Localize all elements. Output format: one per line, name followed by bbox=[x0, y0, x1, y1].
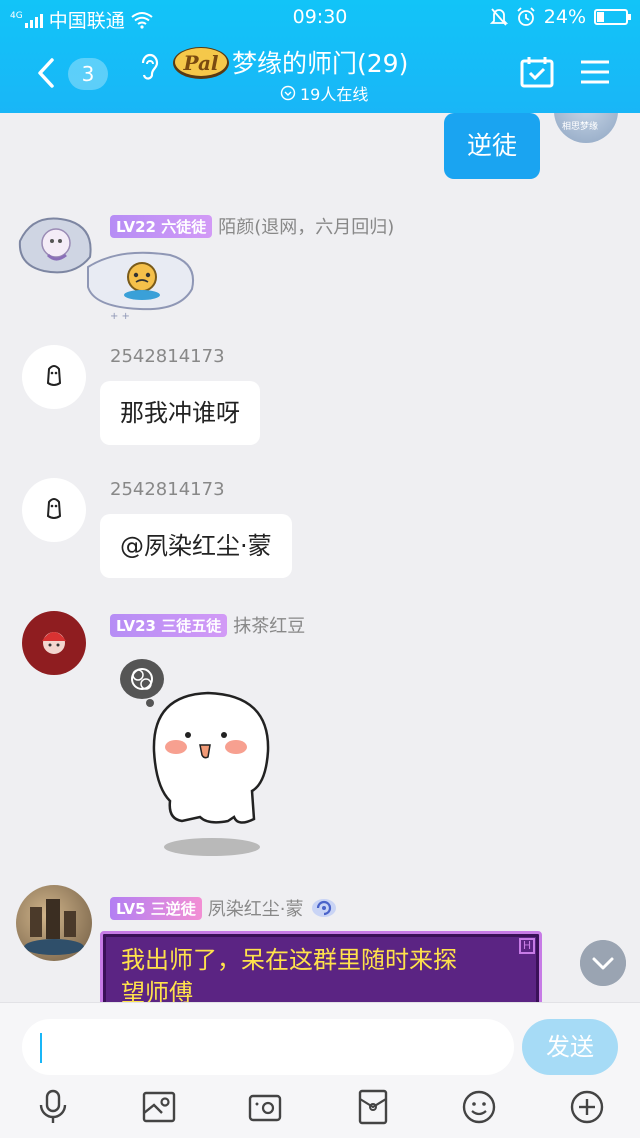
battery-percent: 24% bbox=[543, 6, 586, 28]
status-bar: 4G 中国联通 09:30 24% bbox=[0, 0, 640, 34]
ghost-sticker[interactable] bbox=[112, 651, 282, 861]
scroll-to-bottom-button[interactable] bbox=[580, 940, 626, 986]
image-icon[interactable] bbox=[142, 1089, 176, 1125]
sender-name[interactable]: 2542814173 bbox=[110, 346, 225, 367]
message-bubble[interactable]: 那我冲谁呀 bbox=[100, 381, 260, 445]
red-packet-icon[interactable] bbox=[356, 1089, 390, 1125]
message-bubble[interactable]: @夙染红尘·蒙 bbox=[100, 514, 292, 578]
member-level-badge: LV23 三徒五徒 bbox=[110, 613, 228, 637]
send-button[interactable]: 发送 bbox=[522, 1019, 618, 1075]
plus-icon[interactable] bbox=[570, 1089, 604, 1125]
online-status[interactable]: 19人在线 bbox=[280, 81, 368, 105]
chat-area[interactable]: 相思梦缘 逆徒 LV22 六徒徒 陌颜(退网，六月回归) + + 2542814… bbox=[0, 113, 640, 1002]
penguin-icon bbox=[46, 365, 62, 386]
member-level-badge: LV22 六徒徒 bbox=[110, 214, 213, 238]
sender-name[interactable]: 抹茶红豆 bbox=[233, 612, 305, 638]
sender-avatar[interactable] bbox=[16, 885, 92, 961]
sender-name[interactable]: 夙染红尘·蒙 bbox=[208, 895, 304, 921]
message-text: 那我冲谁呀 bbox=[120, 399, 240, 427]
shark-sticker[interactable]: + + bbox=[80, 237, 200, 319]
message-text: 望师傅 bbox=[121, 979, 193, 1002]
message-bubble-purple[interactable]: H 我出师了，呆在这群里随时来探 望师傅 bbox=[100, 931, 542, 1002]
battery-icon bbox=[594, 9, 631, 25]
sender-name[interactable]: 陌颜(退网，六月回归) bbox=[218, 213, 394, 239]
back-button[interactable] bbox=[32, 56, 60, 90]
calendar-check-icon[interactable] bbox=[520, 56, 554, 88]
earpiece-mode-icon[interactable] bbox=[138, 52, 160, 82]
menu-icon[interactable] bbox=[578, 56, 612, 88]
sender-meta: LV5 三逆徒 夙染红尘·蒙 bbox=[110, 895, 338, 921]
my-message-bubble[interactable]: 逆徒 bbox=[444, 113, 540, 179]
sender-avatar[interactable] bbox=[22, 345, 86, 409]
online-count: 19人在线 bbox=[300, 85, 369, 104]
group-title[interactable]: 梦缘的师门(29) bbox=[232, 44, 408, 80]
group-level-logo: Pal bbox=[173, 47, 229, 79]
swirl-badge-icon bbox=[311, 899, 336, 917]
message-text: @夙染红尘·蒙 bbox=[120, 532, 272, 560]
my-avatar[interactable]: 相思梦缘 bbox=[554, 113, 618, 143]
composer-bar: 发送 bbox=[0, 1002, 640, 1138]
message-text: 逆徒 bbox=[466, 131, 517, 160]
mute-bell-icon bbox=[489, 8, 508, 26]
sender-name[interactable]: 2542814173 bbox=[110, 479, 225, 500]
sender-meta: 2542814173 bbox=[110, 346, 225, 367]
svg-text:+ +: + + bbox=[110, 311, 130, 319]
svg-text:Pal: Pal bbox=[182, 51, 218, 75]
message-text: 我出师了，呆在这群里随时来探 bbox=[121, 946, 457, 974]
emoji-icon[interactable] bbox=[462, 1089, 496, 1125]
alarm-icon bbox=[517, 7, 535, 26]
unread-count-badge[interactable]: 3 bbox=[68, 58, 108, 90]
text-caret bbox=[40, 1033, 42, 1063]
sender-meta: LV22 六徒徒 陌颜(退网，六月回归) bbox=[110, 213, 394, 239]
sender-meta: 2542814173 bbox=[110, 479, 225, 500]
chevron-down-circle-icon bbox=[280, 85, 296, 101]
penguin-icon bbox=[46, 498, 62, 519]
member-level-badge: LV5 三逆徒 bbox=[110, 896, 202, 920]
sender-meta: LV23 三徒五徒 抹茶红豆 bbox=[110, 612, 305, 638]
sender-avatar[interactable] bbox=[22, 478, 86, 542]
camera-icon[interactable] bbox=[248, 1089, 282, 1125]
sender-avatar[interactable] bbox=[22, 611, 86, 675]
message-input[interactable] bbox=[22, 1019, 514, 1075]
top-bar: 4G 中国联通 09:30 24% 3 Pal 梦缘的师门(29) 19人在线 bbox=[0, 0, 640, 113]
microphone-icon[interactable] bbox=[36, 1089, 70, 1125]
